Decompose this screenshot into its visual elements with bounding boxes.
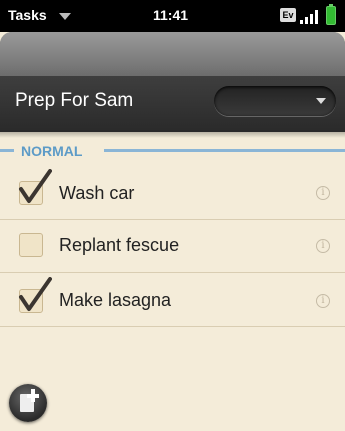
row-divider [0, 326, 345, 327]
checkmark-icon [19, 277, 52, 311]
checkmark-icon [19, 169, 52, 203]
plus-icon [27, 394, 39, 398]
app-menu-caret-icon[interactable] [59, 13, 71, 20]
header-bar [0, 32, 345, 76]
info-icon[interactable]: i [316, 294, 330, 308]
status-bar: Tasks 11:41 Ev [0, 0, 345, 32]
app-menu-label[interactable]: Tasks [8, 7, 47, 23]
task-label: Replant fescue [59, 235, 180, 255]
section-label: NORMAL [21, 143, 83, 159]
task-checkbox[interactable] [19, 233, 43, 257]
chevron-down-icon [316, 98, 326, 104]
task-row[interactable]: Make lasagna i [0, 273, 345, 325]
clock: 11:41 [153, 7, 189, 23]
battery-icon [326, 4, 336, 25]
list-selector-dropdown[interactable] [214, 86, 336, 116]
task-row[interactable]: Wash car i [0, 167, 345, 219]
task-row[interactable]: Replant fescue i [0, 220, 345, 272]
task-label: Wash car [59, 183, 135, 203]
header-shadow [0, 132, 345, 138]
network-type-icon: Ev [280, 8, 296, 22]
list-title: Prep For Sam [15, 90, 134, 111]
section-divider-left [0, 149, 14, 152]
info-icon[interactable]: i [316, 239, 330, 253]
section-divider-right [104, 149, 345, 152]
add-task-button[interactable] [9, 384, 47, 422]
info-icon[interactable]: i [316, 186, 330, 200]
signal-strength-icon [300, 8, 322, 24]
task-label: Make lasagna [59, 290, 172, 310]
